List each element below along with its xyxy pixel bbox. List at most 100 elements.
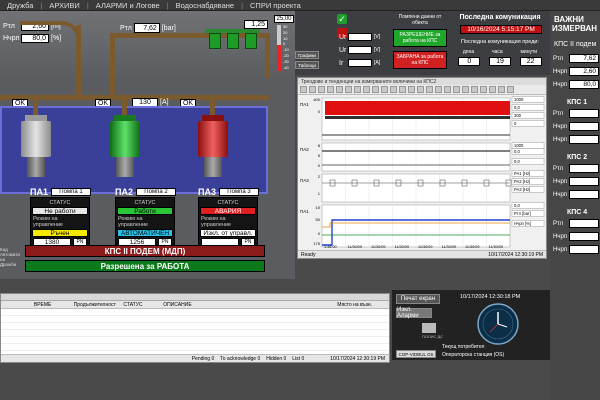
kps-row-label: Нчрп xyxy=(553,178,568,185)
valve-1-icon[interactable] xyxy=(209,33,221,49)
trend-window[interactable]: Трендове и тенденции на измерваните вели… xyxy=(297,77,547,259)
trend-tool-button[interactable] xyxy=(336,86,343,93)
trend-lane-label: ПА1 xyxy=(300,209,309,214)
trend-tool-button[interactable] xyxy=(345,86,352,93)
trend-tool-button[interactable] xyxy=(435,86,442,93)
trend-y-tick: 400 xyxy=(313,97,320,102)
pressure-label: Ртл xyxy=(120,24,132,32)
trend-lane-label: ПА3 xyxy=(300,178,309,183)
kps-row: Нчрп xyxy=(553,122,600,131)
kps-row-label: Ртл xyxy=(553,220,564,227)
alarm-row[interactable] xyxy=(1,330,389,337)
trend-tool-button[interactable] xyxy=(354,86,361,93)
pump-1-panel[interactable]: ПА1 Помпа 1 СТАТУС Не работи Режим на уп… xyxy=(30,187,91,253)
menu-item-druzhba[interactable]: Дружба xyxy=(0,1,40,10)
trend-tool-button[interactable] xyxy=(462,86,469,93)
alarm-row[interactable] xyxy=(1,309,389,316)
pressure-readout: Ртл 7,62 [bar] xyxy=(120,23,176,33)
menu-bar: Дружба | АРХИВИ | АЛАРМИ и Логове | Водосна… xyxy=(0,0,600,11)
kps-row: Ртл xyxy=(553,109,600,118)
trend-title: Трендове и тенденции на измерваните вели… xyxy=(298,78,546,85)
trend-tool-button[interactable] xyxy=(417,86,424,93)
disable-button[interactable]: ЗАБРАНА за работа на КПС xyxy=(393,51,447,69)
trend-tool-button[interactable] xyxy=(408,86,415,93)
trend-lane-label: ПА1 xyxy=(300,102,309,107)
alarm-row[interactable] xyxy=(1,337,389,344)
tables-button[interactable]: Таблици xyxy=(295,61,319,69)
alarm-window[interactable]: ВРЕМЕ Продължителност СТАТУС ОПИСАНИЕ Мя… xyxy=(0,293,390,363)
menu-item-archives[interactable]: АРХИВИ xyxy=(42,1,86,10)
alarm-footer: Pending 0 To acknowledge 0 Hidden 0 List… xyxy=(1,354,389,362)
trend-y-tick: 2 xyxy=(318,174,321,179)
trend-tool-button[interactable] xyxy=(489,86,496,93)
trend-tool-button[interactable] xyxy=(318,86,325,93)
riser-pipe xyxy=(110,33,115,97)
pump-2-panel[interactable]: ПА2 Помпа 2 СТАТУС Работи Режим на управ… xyxy=(115,187,176,253)
alarm-col-description[interactable]: ОПИСАНИЕ xyxy=(160,302,334,308)
trend-tool-button[interactable] xyxy=(327,86,334,93)
trend-lane-label: ПА2 xyxy=(300,147,309,152)
kps-row-value xyxy=(569,177,599,186)
kps-row-label: Ртл xyxy=(553,110,564,117)
kps-row-label: Ртл xyxy=(553,165,564,172)
trend-x-tick: 11/30/09 xyxy=(418,245,433,249)
trend-y-tick: 5 xyxy=(318,153,321,158)
trend-tool-button[interactable] xyxy=(426,86,433,93)
pump-1-id: ПА1 xyxy=(30,187,48,197)
right-top-rows: Ртл 7,62 Нчрп 2,60 Нчрп 80,0 xyxy=(550,54,600,89)
menu-item-water[interactable]: Водоснабдяване xyxy=(169,1,241,10)
print-screen-button[interactable]: Печат екран xyxy=(396,294,440,304)
alarm-toolbar xyxy=(1,294,389,301)
disable-alarms-button[interactable]: Изкл. Аларми xyxy=(396,307,432,319)
thermo-mercury xyxy=(277,45,281,71)
kps-group-title: КПС 4 xyxy=(567,209,588,216)
kps-row-label: Нчрп xyxy=(553,123,568,130)
trend-tool-button[interactable] xyxy=(390,86,397,93)
kps-row-value xyxy=(569,109,599,118)
trend-tool-button[interactable] xyxy=(444,86,451,93)
trend-tool-button[interactable] xyxy=(309,86,316,93)
enable-button[interactable]: РАЗРЕШЕНИЕ за работа на КПС xyxy=(393,29,447,47)
alarm-col-place[interactable]: Място на възн. xyxy=(334,302,389,308)
pump-3-name: Помпа 3 xyxy=(218,188,259,196)
trend-chip-label: РА1 [Hz] xyxy=(514,171,530,176)
trend-tool-button[interactable] xyxy=(399,86,406,93)
right-title-1: ВАЖНИ xyxy=(554,15,584,24)
valve-3-icon[interactable] xyxy=(245,33,257,49)
trend-chip-label: 0,0 xyxy=(514,149,520,154)
alarm-row[interactable] xyxy=(1,344,389,351)
kps-row: Ртл xyxy=(553,219,600,228)
alarm-col-duration[interactable]: Продължителност xyxy=(71,302,121,308)
live-data-title: Помпени данни от обекта xyxy=(398,14,442,26)
trend-tool-button[interactable] xyxy=(300,86,307,93)
pump-2-icon[interactable] xyxy=(110,115,142,181)
trend-x-tick: 11/30/09 xyxy=(465,245,480,249)
kps-row-value xyxy=(569,232,599,241)
alarm-col-status[interactable]: СТАТУС xyxy=(120,302,160,308)
alarm-col-time[interactable]: ВРЕМЕ xyxy=(31,302,71,308)
trend-tool-button[interactable] xyxy=(471,86,478,93)
alarm-list xyxy=(1,309,389,351)
trend-tool-button[interactable] xyxy=(453,86,460,93)
alarm-row[interactable] xyxy=(1,316,389,323)
trend-tool-button[interactable] xyxy=(480,86,487,93)
trend-tool-button[interactable] xyxy=(381,86,388,93)
trend-tool-button[interactable] xyxy=(372,86,379,93)
charts-button[interactable]: Графики xyxy=(295,51,319,59)
pump-3-icon[interactable] xyxy=(198,115,230,181)
menu-item-alarms[interactable]: АЛАРМИ и Логове xyxy=(89,1,167,10)
trend-tool-button[interactable] xyxy=(507,86,514,93)
thermo-tick: -40 xyxy=(283,64,289,70)
pump-2-name: Помпа 2 xyxy=(135,188,176,196)
pump-1-icon[interactable] xyxy=(21,115,53,181)
valve-2-icon[interactable] xyxy=(227,33,239,49)
kps-row: Нчрп xyxy=(553,190,600,199)
menu-item-stop-project[interactable]: СПРИ проекта xyxy=(243,1,308,10)
trend-y-tick: 175 xyxy=(313,241,320,246)
trend-tool-button[interactable] xyxy=(498,86,505,93)
alarm-row[interactable] xyxy=(1,323,389,330)
pump-3-panel[interactable]: ПА3 Помпа 3 СТАТУС АВАРИЯ Режим на управ… xyxy=(198,187,259,253)
station-button[interactable]: COP-VIDBUL OS xyxy=(396,350,436,358)
tank-value: 1,25 xyxy=(244,20,268,29)
trend-tool-button[interactable] xyxy=(363,86,370,93)
